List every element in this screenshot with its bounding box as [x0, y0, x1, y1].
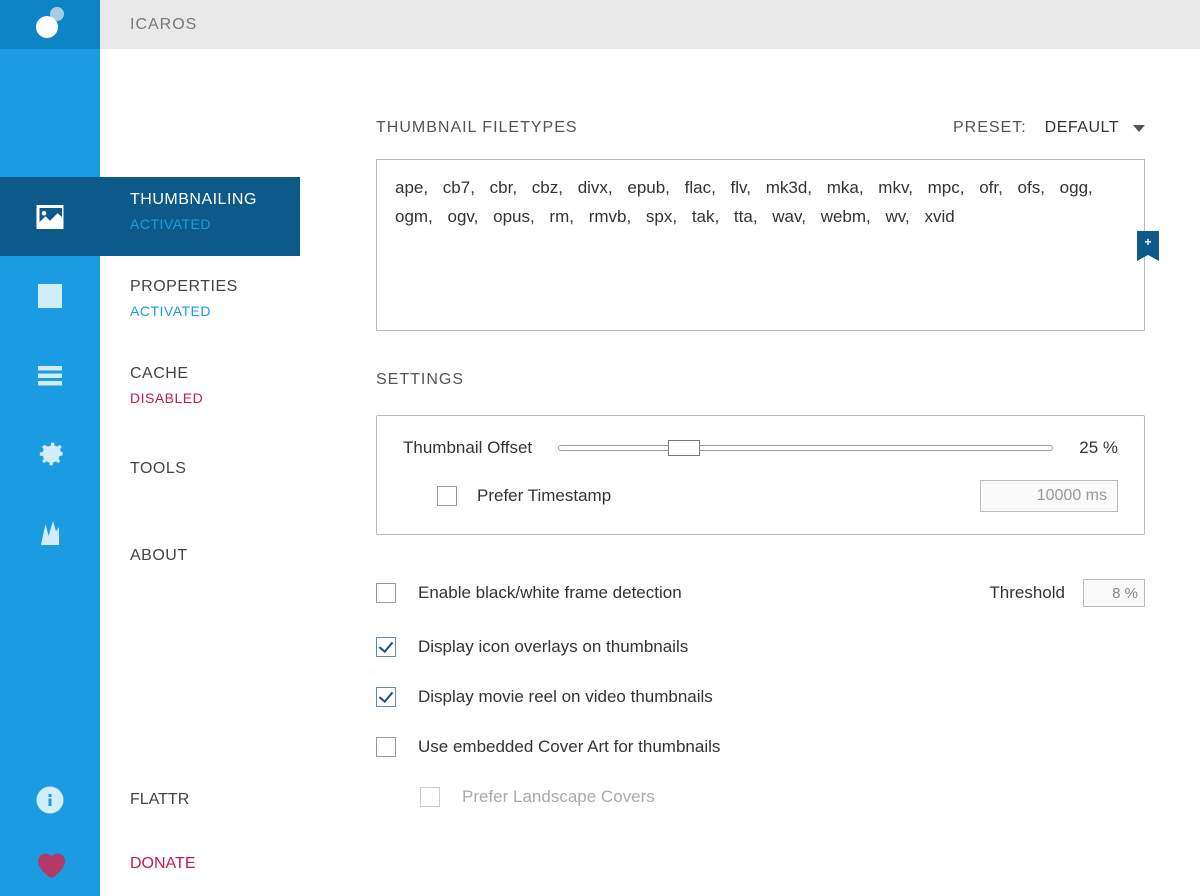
- cache-icon[interactable]: [0, 335, 100, 414]
- header: ICAROS: [0, 0, 1200, 49]
- app-title: ICAROS: [130, 16, 197, 34]
- settings-heading: SETTINGS: [376, 371, 1145, 389]
- nav-labels: THUMBNAILING ACTIVATED PROPERTIES ACTIVA…: [100, 49, 300, 896]
- sidebar-item-flattr[interactable]: FLATTR: [100, 768, 300, 832]
- thumbnail-offset-value: 25 %: [1079, 438, 1118, 458]
- status-badge: DISABLED: [130, 390, 300, 406]
- threshold-input[interactable]: [1083, 579, 1145, 607]
- sidebar-item-label: THUMBNAILING: [130, 191, 300, 209]
- sidebar-item-cache[interactable]: CACHE DISABLED: [100, 351, 300, 430]
- sidebar-item-label: PROPERTIES: [130, 278, 300, 296]
- icon-overlays-label: Display icon overlays on thumbnails: [418, 637, 688, 657]
- flattr-icon[interactable]: [0, 768, 100, 832]
- cover-art-label: Use embedded Cover Art for thumbnails: [418, 737, 720, 757]
- sidebar-item-label: DONATE: [130, 855, 195, 873]
- sidebar-item-donate[interactable]: DONATE: [100, 832, 300, 896]
- sidebar-item-label: TOOLS: [130, 452, 300, 478]
- thumbnail-offset-slider[interactable]: [558, 445, 1053, 451]
- movie-reel-label: Display movie reel on video thumbnails: [418, 687, 713, 707]
- bw-detect-label: Enable black/white frame detection: [418, 583, 682, 603]
- sidebar-item-label: FLATTR: [130, 791, 189, 809]
- filetypes-heading: THUMBNAIL FILETYPES: [376, 119, 578, 137]
- chevron-down-icon: [1133, 125, 1145, 132]
- properties-icon[interactable]: [0, 256, 100, 335]
- prefer-timestamp-label: Prefer Timestamp: [477, 486, 611, 506]
- cover-art-checkbox[interactable]: [376, 737, 396, 757]
- tools-icon[interactable]: [0, 414, 100, 493]
- icon-sidebar: [0, 49, 100, 896]
- preset-dropdown[interactable]: DEFAULT: [1045, 119, 1145, 137]
- threshold-label: Threshold: [989, 583, 1065, 603]
- bookmark-add-button[interactable]: +: [1137, 231, 1159, 261]
- preset-value: DEFAULT: [1045, 119, 1119, 137]
- icon-overlays-checkbox[interactable]: [376, 637, 396, 657]
- landscape-checkbox[interactable]: [420, 787, 440, 807]
- sidebar-item-label: ABOUT: [130, 539, 300, 565]
- sidebar-item-about[interactable]: ABOUT: [100, 525, 300, 604]
- thumbnail-offset-label: Thumbnail Offset: [403, 438, 532, 458]
- timestamp-input[interactable]: [980, 480, 1118, 512]
- sidebar-item-thumbnailing[interactable]: THUMBNAILING ACTIVATED: [100, 177, 300, 256]
- landscape-label: Prefer Landscape Covers: [462, 787, 655, 807]
- slider-thumb[interactable]: [668, 440, 700, 456]
- status-badge: ACTIVATED: [130, 216, 300, 232]
- donate-icon[interactable]: [0, 832, 100, 896]
- status-badge: ACTIVATED: [130, 303, 300, 319]
- movie-reel-checkbox[interactable]: [376, 687, 396, 707]
- prefer-timestamp-checkbox[interactable]: [437, 486, 457, 506]
- bw-detect-checkbox[interactable]: [376, 583, 396, 603]
- about-icon[interactable]: [0, 493, 100, 572]
- app-logo: [0, 0, 100, 49]
- sidebar-item-label: CACHE: [130, 365, 300, 383]
- thumbnailing-icon[interactable]: [0, 177, 100, 256]
- main-content: THUMBNAIL FILETYPES PRESET: DEFAULT ape,…: [300, 49, 1200, 896]
- offset-panel: Thumbnail Offset 25 % Prefer Timestamp: [376, 415, 1145, 535]
- sidebar-item-properties[interactable]: PROPERTIES ACTIVATED: [100, 264, 300, 343]
- filetypes-input[interactable]: ape, cb7, cbr, cbz, divx, epub, flac, fl…: [376, 159, 1145, 331]
- preset-label: PRESET:: [953, 119, 1027, 137]
- sidebar-item-tools[interactable]: TOOLS: [100, 438, 300, 517]
- plus-icon: +: [1137, 235, 1159, 249]
